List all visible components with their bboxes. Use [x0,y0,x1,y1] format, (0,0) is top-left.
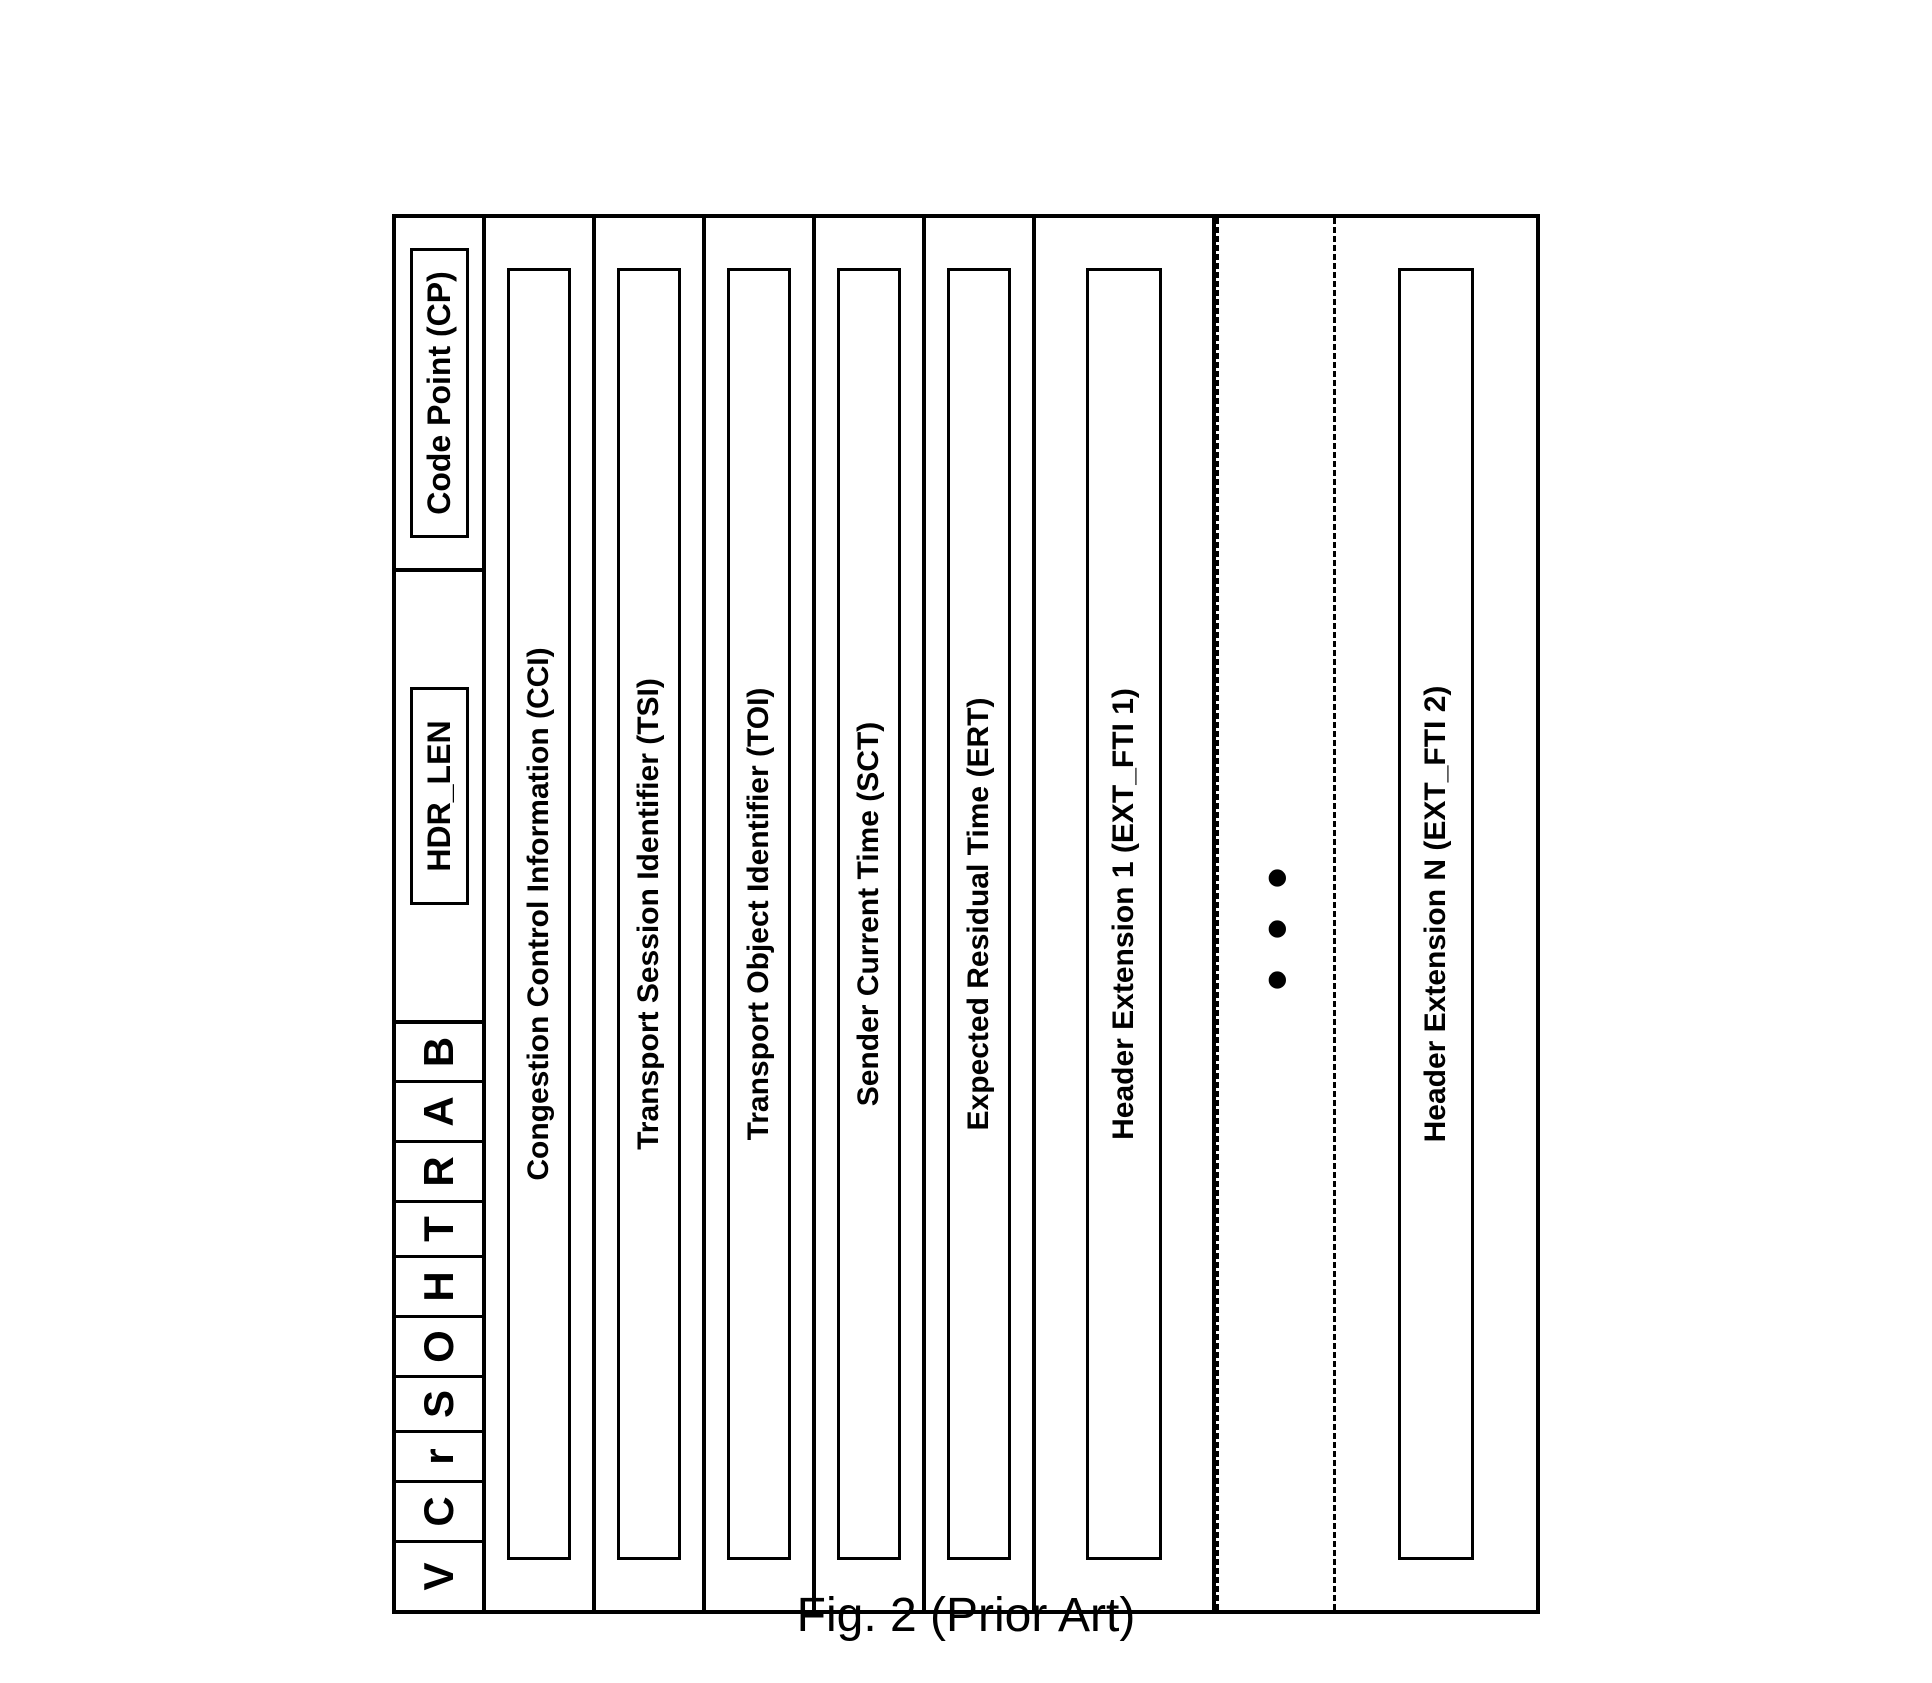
code-point-container: Code Point (CP) [396,218,482,568]
extn-field: Header Extension N (EXT_FTI 2) [1398,268,1474,1560]
flag-s: S [396,1375,482,1430]
hdr-len-container: HDR_LEN [396,568,482,1020]
cci-row: Congestion Control Information (CCI) [486,218,596,1610]
tsi-field: Transport Session Identifier (TSI) [617,268,681,1560]
ert-row: Expected Residual Time (ERT) [926,218,1036,1610]
flag-r2: R [396,1140,482,1200]
ext1-row: Header Extension 1 (EXT_FTI 1) [1036,218,1216,1610]
flag-a: A [396,1080,482,1140]
extn-row: Header Extension N (EXT_FTI 2) [1336,218,1536,1610]
sct-row: Sender Current Time (SCT) [816,218,926,1610]
ellipsis-row: ••• [1216,218,1336,1610]
ext1-field: Header Extension 1 (EXT_FTI 1) [1086,268,1162,1560]
flag-h: H [396,1255,482,1315]
cci-field: Congestion Control Information (CCI) [507,268,571,1560]
sct-field: Sender Current Time (SCT) [837,268,901,1560]
toi-field: Transport Object Identifier (TOI) [727,268,791,1560]
flag-r: r [396,1430,482,1480]
hdr-len-field: HDR_LEN [410,687,469,904]
tsi-row: Transport Session Identifier (TSI) [596,218,706,1610]
diagram-container: V C r S O H T R A B HDR_LEN Code Point (… [392,214,1540,1614]
flag-b: B [396,1020,482,1080]
header-flags-row: V C r S O H T R A B HDR_LEN Code Point (… [396,218,486,1610]
packet-structure: V C r S O H T R A B HDR_LEN Code Point (… [392,214,1540,1614]
flag-v: V [396,1540,482,1610]
flag-t: T [396,1200,482,1255]
code-point-field: Code Point (CP) [410,248,469,538]
flag-c: C [396,1480,482,1540]
toi-row: Transport Object Identifier (TOI) [706,218,816,1610]
ert-field: Expected Residual Time (ERT) [947,268,1011,1560]
flag-o: O [396,1315,482,1375]
